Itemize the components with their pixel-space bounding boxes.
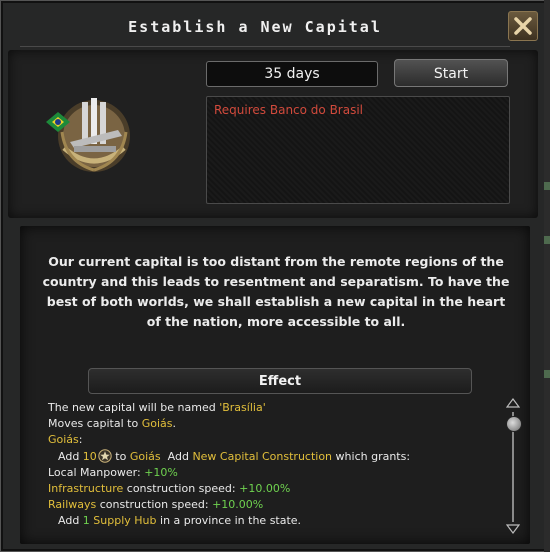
edge-marker xyxy=(544,182,550,190)
effect-text: . xyxy=(172,417,177,431)
effect-text: in a province in the state. xyxy=(156,514,302,528)
effect-amount: 1 xyxy=(82,514,90,528)
building-type: Infrastructure xyxy=(48,482,124,496)
window-edge xyxy=(544,0,550,552)
effect-line-railways: Railways construction speed: +10.00% xyxy=(48,497,496,513)
effect-text: The new capital will be named xyxy=(48,401,220,414)
effect-text: Moves capital to xyxy=(48,417,142,431)
supply-hub-link[interactable]: Supply Hub xyxy=(90,514,156,527)
effect-line-state-header: Goiás: xyxy=(48,432,496,448)
building-type: Railways xyxy=(48,498,97,512)
effect-line-supply-hub: Add 1 Supply Hub in a province in the st… xyxy=(48,513,496,529)
window-title: Establish a New Capital xyxy=(128,18,382,36)
effect-line-add-building: Add 10 to Goiás Add New Capital Construc… xyxy=(48,448,496,465)
effect-value: +10.00% xyxy=(212,498,264,512)
effect-text: construction speed: xyxy=(123,482,240,496)
decision-duration: 35 days xyxy=(206,61,378,87)
scroll-down-arrow-icon[interactable] xyxy=(506,524,520,534)
effect-text: Add xyxy=(160,449,193,463)
effect-amount: 10 xyxy=(82,449,97,463)
close-button[interactable] xyxy=(508,11,538,41)
national-focus-emblem-icon xyxy=(46,98,130,172)
effect-text: Local Manpower: xyxy=(48,465,145,479)
effect-text: Add xyxy=(58,449,83,463)
start-button[interactable]: Start xyxy=(394,59,508,87)
effect-value: +10% xyxy=(144,465,178,479)
effect-text: to xyxy=(111,449,130,463)
effect-line-capital-name: The new capital will be named 'Brasília' xyxy=(48,400,496,416)
effect-scrollbar[interactable] xyxy=(504,398,522,538)
building-link[interactable]: New Capital Construction xyxy=(192,450,332,463)
capital-name: 'Brasília' xyxy=(219,401,266,414)
state-link[interactable]: Goiás xyxy=(48,433,79,446)
close-icon xyxy=(514,17,532,35)
edge-marker xyxy=(544,236,550,244)
effect-line-move-capital: Moves capital to Goiás. xyxy=(48,416,496,432)
victory-points-star-icon xyxy=(98,448,112,463)
state-link[interactable]: Goiás xyxy=(142,417,173,430)
effect-text: which grants: xyxy=(332,449,411,463)
effect-text: : xyxy=(78,433,83,447)
effect-list: The new capital will be named 'Brasília'… xyxy=(48,400,496,530)
decision-description: Our current capital is too distant from … xyxy=(42,254,510,329)
edge-marker xyxy=(544,370,550,378)
scroll-up-arrow-icon[interactable] xyxy=(506,398,520,408)
state-link[interactable]: Goiás xyxy=(130,450,161,463)
effect-text: construction speed: xyxy=(96,498,213,512)
effect-line-infrastructure: Infrastructure construction speed: +10.0… xyxy=(48,481,496,497)
effect-value: +10.00% xyxy=(239,482,291,496)
requirements-box: Requires Banco do Brasil xyxy=(206,96,510,204)
requirement-text: Requires Banco do Brasil xyxy=(214,103,364,117)
effect-line-manpower: Local Manpower: +10% xyxy=(48,465,496,481)
title-divider xyxy=(20,46,510,47)
effect-text: Add xyxy=(58,514,83,528)
effect-header: Effect xyxy=(88,368,472,394)
scroll-thumb[interactable] xyxy=(506,416,522,432)
